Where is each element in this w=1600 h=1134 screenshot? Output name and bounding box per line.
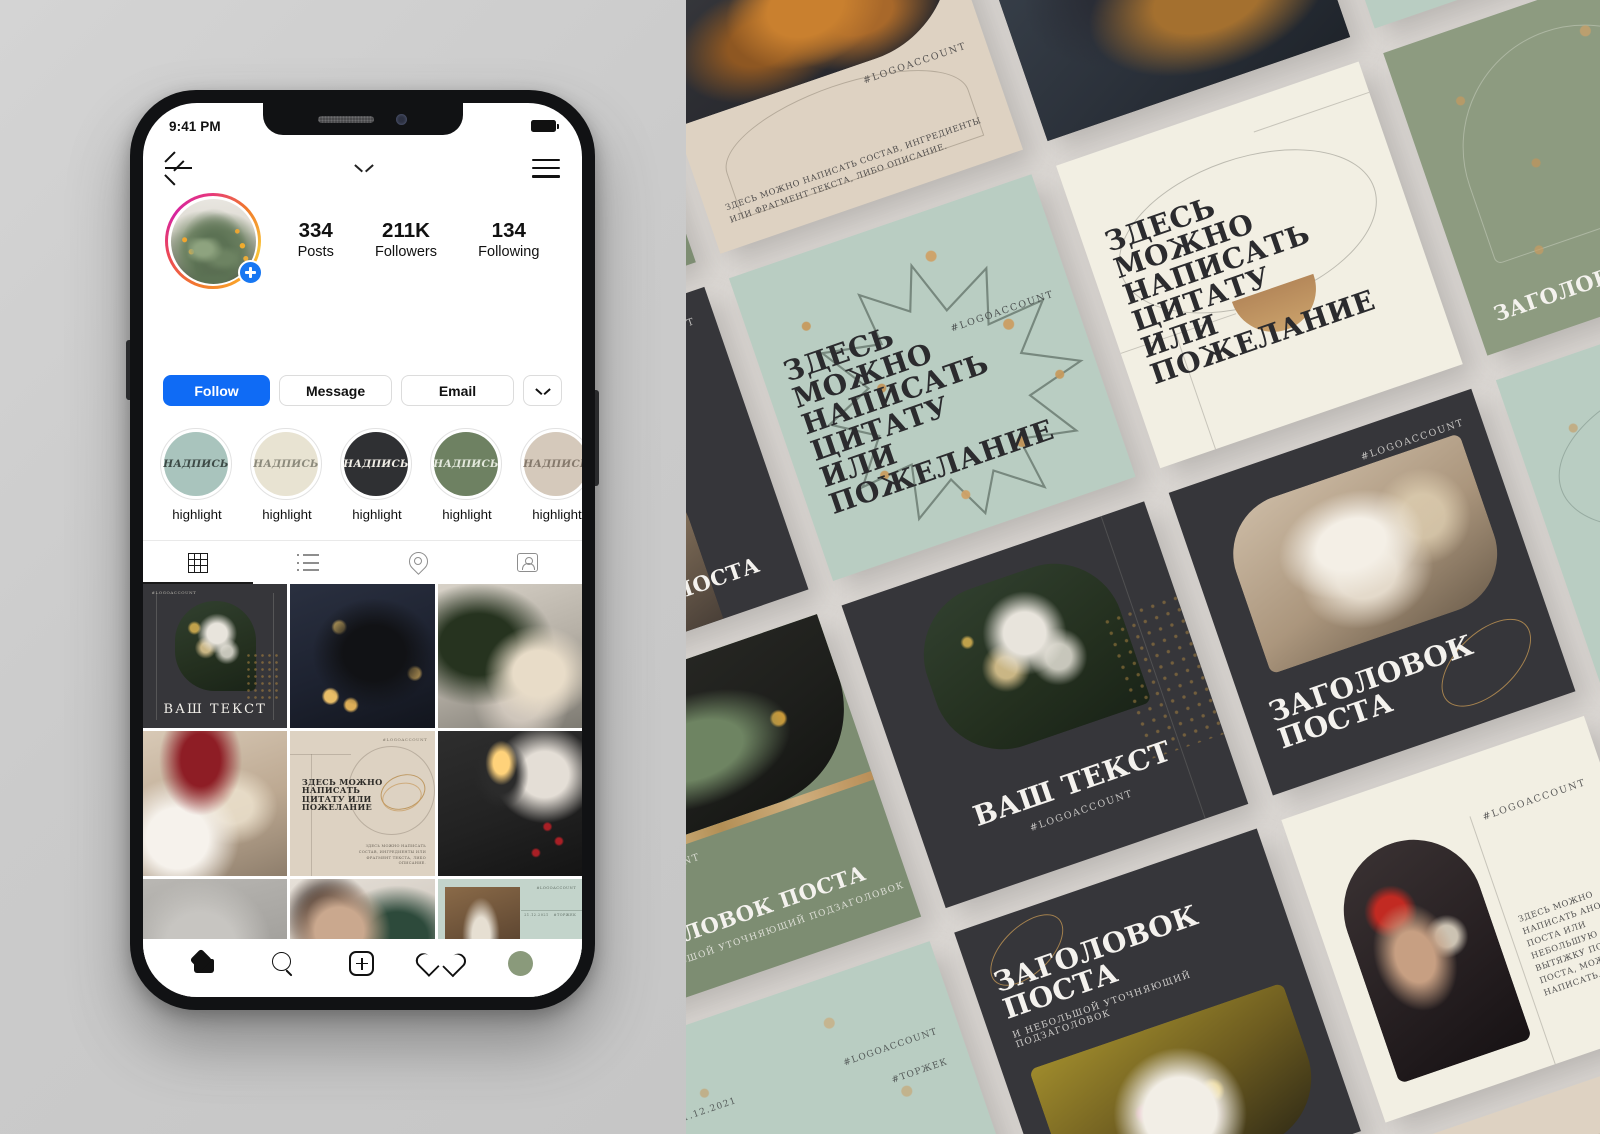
highlight-label: highlight bbox=[442, 507, 492, 522]
highlight-caption: НАДПИСЬ bbox=[163, 458, 229, 470]
profile-tab-bar bbox=[143, 540, 582, 585]
card-baubles-your-text[interactable]: ВАШ ТЕКСТ #LOGOACCOUNT bbox=[841, 501, 1249, 909]
add-post-icon[interactable] bbox=[348, 950, 374, 976]
highlight-label: highlight bbox=[172, 507, 222, 522]
stat-followers[interactable]: 211K Followers bbox=[374, 219, 438, 262]
card-coffee-title[interactable]: #LOGOACCOUNT ЗАГОЛОВОК ПОСТА bbox=[1168, 388, 1576, 796]
tilted-card-grid: ЗДЕСЬ МОЖНО НАПИСАТЬ ЦИТАТУ ИЛИ ПОЖЕЛАНИ… bbox=[686, 0, 1600, 1134]
post-grid: #LOGOACCOUNT ВАШ ТЕКСТ #LOGOACCOUNT ЗДЕС… bbox=[143, 584, 582, 997]
card-body-text: ЗДЕСЬ МОЖНО НАПИСАТЬ АНОНС ПОСТА ИЛИ НЕБ… bbox=[1516, 888, 1600, 998]
back-arrow-icon[interactable] bbox=[164, 157, 195, 186]
tagged-person-icon bbox=[516, 553, 538, 572]
battery-full-icon bbox=[531, 120, 559, 132]
stat-posts[interactable]: 334 Posts bbox=[297, 219, 334, 262]
highlight-item[interactable]: НАДПИСЬ highlight bbox=[250, 428, 324, 522]
stat-followers-label: Followers bbox=[374, 244, 438, 261]
home-icon[interactable] bbox=[192, 952, 216, 974]
stat-following-label: Following bbox=[478, 244, 540, 261]
highlight-item[interactable]: НАДПИСЬ highlight bbox=[430, 428, 504, 522]
card-handle: #LOGOACCOUNT bbox=[1481, 776, 1588, 823]
highlight-caption: НАДПИСЬ bbox=[433, 458, 499, 470]
post-baubles-dark[interactable]: #LOGOACCOUNT ВАШ ТЕКСТ bbox=[143, 584, 288, 729]
post-candle-berries[interactable] bbox=[437, 731, 582, 876]
stat-posts-value: 334 bbox=[298, 219, 333, 243]
post-hashtag: #ТОРЖЕК bbox=[553, 913, 577, 918]
phone-notch bbox=[262, 103, 463, 135]
hamburger-menu-icon[interactable] bbox=[532, 158, 560, 178]
plus-badge-icon[interactable] bbox=[238, 260, 263, 285]
card-handle: #LOGOACCOUNT bbox=[686, 316, 697, 362]
card-quote-star-mint[interactable]: #LOGOACCOUNT ЗДЕСЬ МОЖНО НАПИСАТЬ ЦИТАТУ… bbox=[728, 174, 1136, 581]
highlight-item[interactable]: НАДПИСЬ highlight bbox=[160, 428, 234, 522]
post-woman-tree[interactable] bbox=[437, 584, 582, 729]
tab-places[interactable] bbox=[363, 541, 473, 584]
post-caption: ЗДЕСЬ МОЖНО НАПИСАТЬ ЦИТАТУ ИЛИ ПОЖЕЛАНИ… bbox=[301, 776, 383, 813]
highlight-caption: НАДПИСЬ bbox=[523, 458, 582, 470]
highlight-item[interactable]: НАДПИСЬ highlight bbox=[340, 428, 414, 522]
tab-tagged[interactable] bbox=[472, 541, 582, 584]
profile-avatar-icon[interactable] bbox=[507, 950, 533, 976]
stat-following-value: 134 bbox=[491, 219, 526, 243]
chevron-down-icon bbox=[536, 386, 550, 396]
post-black-cat[interactable] bbox=[290, 584, 435, 729]
template-mosaic-panel: ЗДЕСЬ МОЖНО НАПИСАТЬ ЦИТАТУ ИЛИ ПОЖЕЛАНИ… bbox=[686, 0, 1600, 1134]
avatar[interactable] bbox=[165, 193, 263, 289]
profile-stats: 334 Posts 211K Followers 134 Following bbox=[261, 219, 560, 262]
post-caption: ВАШ ТЕКСТ bbox=[163, 701, 267, 717]
list-icon bbox=[296, 554, 319, 571]
profile-top-nav bbox=[143, 143, 582, 189]
highlight-caption: НАДПИСЬ bbox=[343, 458, 409, 470]
post-body: ЗДЕСЬ МОЖНО НАПИСАТЬ СОСТАВ, ИНГРЕДИЕНТЫ… bbox=[358, 844, 426, 866]
speaker-grille-icon bbox=[318, 115, 374, 123]
location-pin-icon bbox=[409, 552, 426, 573]
search-icon[interactable] bbox=[271, 951, 295, 975]
profile-action-buttons: Follow Message Email bbox=[143, 375, 582, 406]
highlight-item[interactable]: НАДПИСЬ highlight bbox=[520, 428, 582, 522]
story-highlights: НАДПИСЬ highlight НАДПИСЬ highlight НАДП… bbox=[143, 406, 582, 522]
bottom-nav-bar bbox=[143, 939, 582, 997]
heart-icon[interactable] bbox=[428, 952, 453, 975]
email-button[interactable]: Email bbox=[401, 375, 515, 406]
highlight-caption: НАДПИСЬ bbox=[253, 458, 319, 470]
tab-list[interactable] bbox=[253, 541, 363, 584]
follow-button[interactable]: Follow bbox=[163, 375, 271, 406]
card-your-text: ВАШ ТЕКСТ bbox=[968, 734, 1176, 833]
card-handle: #LOGOACCOUNT bbox=[686, 851, 702, 897]
front-camera-icon bbox=[396, 113, 407, 125]
account-switch-chevron-down-icon[interactable] bbox=[355, 162, 373, 174]
status-indicators bbox=[531, 120, 559, 132]
stat-posts-label: Posts bbox=[297, 244, 334, 261]
post-date: 21.12.2021 bbox=[524, 913, 549, 918]
tab-grid[interactable] bbox=[143, 541, 253, 585]
status-time: 9:41 PM bbox=[169, 118, 221, 134]
card-quote-cream-oval[interactable]: ЗДЕСЬ МОЖНО НАПИСАТЬ ЦИТАТУ ИЛИ ПОЖЕЛАНИ… bbox=[1056, 61, 1463, 469]
post-roses-cocoa[interactable] bbox=[143, 731, 288, 876]
grid-icon bbox=[187, 552, 208, 573]
highlight-label: highlight bbox=[532, 507, 582, 522]
post-handle: #LOGOACCOUNT bbox=[151, 589, 197, 595]
post-handle: #LOGOACCOUNT bbox=[382, 737, 428, 743]
star-outline-icon bbox=[686, 972, 1007, 1134]
stat-following[interactable]: 134 Following bbox=[478, 219, 540, 262]
message-button[interactable]: Message bbox=[279, 375, 393, 406]
stat-followers-value: 211K bbox=[382, 219, 430, 243]
post-handle: #LOGOACCOUNT bbox=[536, 885, 577, 890]
phone-mockup-panel: 9:41 PM 334 Posts 211K Followers 134 Fol… bbox=[0, 0, 686, 1134]
post-quote-beige[interactable]: #LOGOACCOUNT ЗДЕСЬ МОЖНО НАПИСАТЬ ЦИТАТУ… bbox=[290, 731, 435, 876]
profile-header: 334 Posts 211K Followers 134 Following bbox=[143, 189, 582, 289]
phone-device: 9:41 PM 334 Posts 211K Followers 134 Fol… bbox=[126, 90, 599, 1010]
more-options-button[interactable] bbox=[523, 375, 562, 406]
phone-screen: 9:41 PM 334 Posts 211K Followers 134 Fol… bbox=[143, 103, 582, 997]
highlight-label: highlight bbox=[262, 507, 312, 522]
highlight-label: highlight bbox=[352, 507, 402, 522]
screenshot-root: 9:41 PM 334 Posts 211K Followers 134 Fol… bbox=[0, 0, 1600, 1134]
